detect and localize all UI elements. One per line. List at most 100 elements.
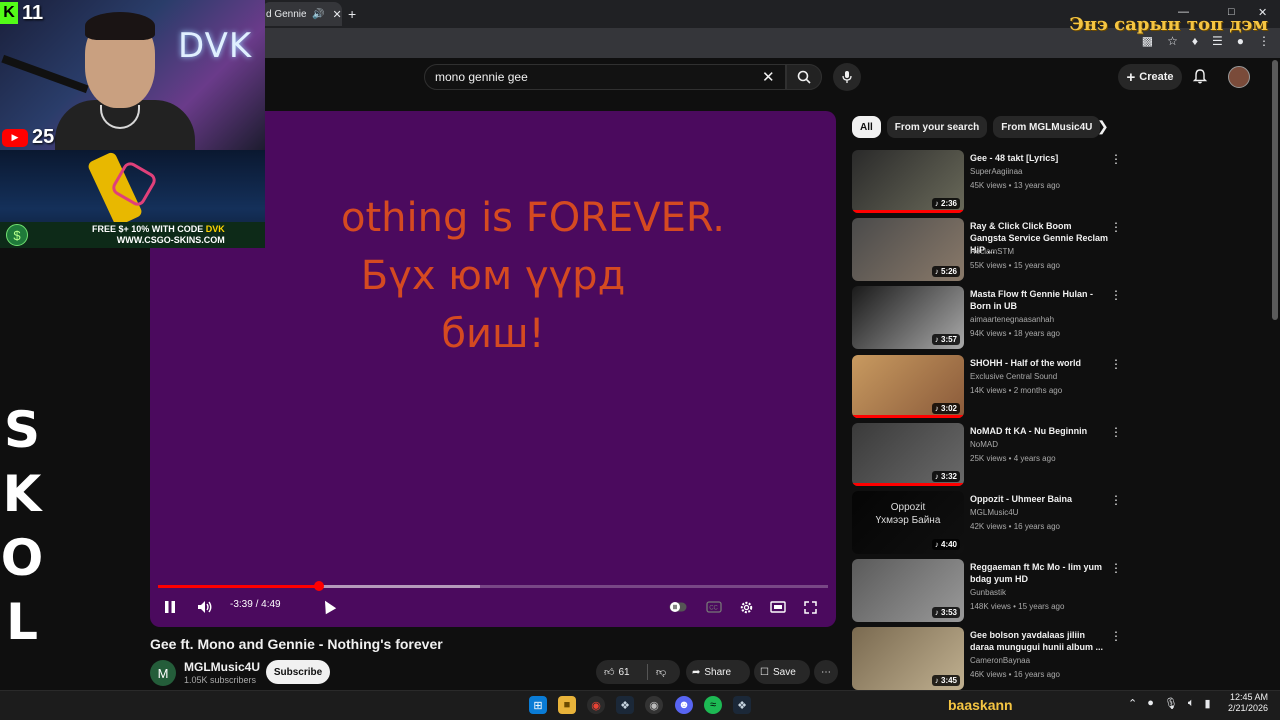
recommendation-title[interactable]: Gee - 48 takt [Lyrics] xyxy=(970,152,1110,164)
like-button[interactable]: 👍︎ 61 xyxy=(596,664,648,680)
chip-from-search[interactable]: From your search xyxy=(886,116,988,138)
page-scrollbar[interactable] xyxy=(1272,60,1278,320)
tray-chevron-up-icon[interactable]: ⌃ xyxy=(1128,697,1137,710)
recommendation-item[interactable]: ♪ 3:32 NoMAD ft KA - Nu Beginnin NoMAD 25K … xyxy=(852,423,1132,487)
account-avatar[interactable] xyxy=(1228,66,1250,88)
recommendation-item[interactable]: ♪ 3:53 Reggaeman ft Mc Mo - lim yum bdag … xyxy=(852,559,1132,623)
voice-search-button[interactable] xyxy=(833,63,861,91)
recommendation-channel[interactable]: SuperAagiinaa xyxy=(970,167,1022,176)
spotify-icon[interactable]: ≈ xyxy=(704,696,722,714)
recommendation-channel[interactable]: Gunbastik xyxy=(970,588,1006,597)
recommendation-title[interactable]: Reggaeman ft Mc Mo - lim yum bdag yum HD xyxy=(970,561,1110,585)
file-explorer-icon[interactable]: ■ xyxy=(558,696,576,714)
recommendation-thumbnail[interactable]: ♪ 5:26 xyxy=(852,218,964,281)
sponsor-line1: FREE $ xyxy=(92,224,124,234)
steam-icon[interactable]: ❖ xyxy=(616,696,634,714)
recommendation-meta: 55K views • 15 years ago xyxy=(970,261,1060,270)
close-tab-icon[interactable]: ✕ xyxy=(332,8,341,21)
new-tab-icon[interactable]: + xyxy=(348,6,356,22)
settings-button[interactable] xyxy=(734,595,758,619)
recommendation-item[interactable]: ♪ 3:02 SHOHH - Half of the world Exclusive… xyxy=(852,355,1132,419)
share-button[interactable]: ➦ Share xyxy=(686,660,750,684)
recommendation-channel[interactable]: NoMAD xyxy=(970,440,998,449)
channel-avatar[interactable]: M xyxy=(150,660,176,686)
captions-button[interactable]: CC xyxy=(702,595,726,619)
clear-search-icon[interactable]: ✕ xyxy=(762,68,775,86)
kick-viewer-badge: K 11 xyxy=(0,0,43,26)
recommendation-title[interactable]: Gee bolson yavdalaas jiliin daraa mungug… xyxy=(970,629,1110,653)
taskbar-clock[interactable]: 12:45 AM 2/21/2026 xyxy=(1226,692,1268,714)
recommendation-item[interactable]: ♪ 3:57 Masta Flow ft Gennie Hulan - Born … xyxy=(852,286,1132,350)
autoplay-toggle[interactable] xyxy=(666,595,690,619)
search-button[interactable] xyxy=(786,64,822,90)
dislike-button[interactable]: 👎︎ xyxy=(648,666,666,678)
more-actions-button[interactable]: ⋯ xyxy=(814,660,838,684)
kebab-menu-icon[interactable]: ⋮ xyxy=(1110,288,1122,302)
notifications-bell-icon[interactable] xyxy=(1192,68,1208,89)
recommendation-item[interactable]: ♪ 5:26 Ray & Click Click Boom Gangsta Ser… xyxy=(852,218,1132,282)
kebab-menu-icon[interactable]: ⋮ xyxy=(1110,561,1122,575)
kebab-menu-icon[interactable]: ⋮ xyxy=(1110,629,1122,643)
recommendation-thumbnail[interactable]: ♪ 3:45 xyxy=(852,627,964,690)
media-control-icon[interactable]: ☰ xyxy=(1212,34,1223,48)
extensions-icon[interactable]: ♦ xyxy=(1192,34,1198,48)
discord-icon[interactable]: ☻ xyxy=(675,696,693,714)
save-button[interactable]: ☐ Save xyxy=(754,660,810,684)
kebab-menu-icon[interactable]: ⋮ xyxy=(1110,493,1122,507)
recommendation-item[interactable]: ♪ 3:45 Gee bolson yavdalaas jiliin daraa … xyxy=(852,627,1132,691)
fullscreen-button[interactable] xyxy=(798,595,822,619)
network-icon[interactable]: ● xyxy=(1147,697,1154,710)
stream-overlay-title: Энэ сарын топ дэм xyxy=(1069,14,1268,35)
side-glyph-1: S xyxy=(3,401,40,459)
kebab-menu-icon[interactable]: ⋮ xyxy=(1110,220,1122,234)
channel-name[interactable]: MGLMusic4U xyxy=(184,660,260,674)
volume-tray-icon[interactable]: 🔈︎ xyxy=(1188,697,1195,710)
kebab-menu-icon[interactable]: ⋮ xyxy=(1110,152,1122,166)
kebab-menu-icon[interactable]: ⋮ xyxy=(1110,425,1122,439)
mic-tray-icon[interactable]: 🎙︎ xyxy=(1164,697,1178,710)
browser-toolbar-icons: ▩ ☆ ♦ ☰ ● ⋮ xyxy=(1142,34,1270,48)
browser-tab[interactable]: d Gennie - 🔊 ✕ xyxy=(262,2,342,26)
recommendation-item[interactable]: Oppozit Үхмээр Байна ♪ 4:40 Oppozit - Uhme… xyxy=(852,491,1132,555)
pause-button[interactable] xyxy=(158,595,182,619)
volume-button[interactable] xyxy=(193,595,217,619)
recommendation-thumbnail[interactable]: ♪ 2:36 xyxy=(852,150,964,213)
recommendation-channel[interactable]: Exclusive Central Sound xyxy=(970,372,1057,381)
recommendation-thumbnail[interactable]: ♪ 3:32 xyxy=(852,423,964,486)
recommendation-title[interactable]: NoMAD ft KA - Nu Beginnin xyxy=(970,425,1110,437)
subscribe-button[interactable]: Subscribe xyxy=(266,660,330,684)
bookmark-star-icon[interactable]: ☆ xyxy=(1167,34,1178,48)
cast-icon[interactable]: ▩ xyxy=(1142,34,1153,48)
duration-badge: ♪ 3:32 xyxy=(931,471,960,482)
speaker-icon[interactable]: 🔊 xyxy=(312,9,324,20)
progress-scrubber-handle[interactable] xyxy=(313,581,324,591)
chip-from-channel[interactable]: From MGLMusic4U xyxy=(993,116,1101,138)
recommendation-title[interactable]: Oppozit - Uhmeer Baina xyxy=(970,493,1110,505)
obs-icon[interactable]: ◉ xyxy=(645,696,663,714)
recommendation-item[interactable]: ♪ 2:36 Gee - 48 takt [Lyrics] SuperAagiina… xyxy=(852,150,1132,214)
recommendation-title[interactable]: SHOHH - Half of the world xyxy=(970,357,1110,369)
recommendation-channel[interactable]: aimaartenegnaasanhah xyxy=(970,315,1054,324)
recommendation-channel[interactable]: MGLMusic4U xyxy=(970,508,1018,517)
chevron-right-icon[interactable]: ❯ xyxy=(1097,118,1109,135)
recommendation-channel[interactable]: ReclamSTM xyxy=(970,247,1014,256)
kebab-menu-icon[interactable]: ⋮ xyxy=(1110,357,1122,371)
recommendation-channel[interactable]: CameronBaynaa xyxy=(970,656,1030,665)
recommendation-thumbnail[interactable]: ♪ 3:57 xyxy=(852,286,964,349)
create-button[interactable]: + Create xyxy=(1118,64,1182,90)
miniplayer-button[interactable] xyxy=(766,595,790,619)
recommendation-title[interactable]: Masta Flow ft Gennie Hulan - Born in UB xyxy=(970,288,1110,312)
sponsor-text: FREE $+ 10% WITH CODE DVK WWW.CSGO-SKINS… xyxy=(92,224,225,246)
recommendation-thumbnail[interactable]: ♪ 3:53 xyxy=(852,559,964,622)
browser-menu-icon[interactable]: ⋮ xyxy=(1258,34,1270,48)
start-menu-icon[interactable]: ⊞ xyxy=(529,696,547,714)
search-input[interactable]: mono gennie gee xyxy=(424,64,786,90)
recommendation-thumbnail[interactable]: ♪ 3:02 xyxy=(852,355,964,418)
battery-icon[interactable]: ▮ xyxy=(1204,697,1210,710)
chrome-icon[interactable]: ◉ xyxy=(587,696,605,714)
recommendation-thumbnail[interactable]: Oppozit Үхмээр Байна ♪ 4:40 xyxy=(852,491,964,554)
chip-all[interactable]: All xyxy=(852,116,881,138)
progress-bar[interactable] xyxy=(158,581,828,591)
profile-icon[interactable]: ● xyxy=(1237,34,1244,48)
steam-secondary-icon[interactable]: ❖ xyxy=(733,696,751,714)
